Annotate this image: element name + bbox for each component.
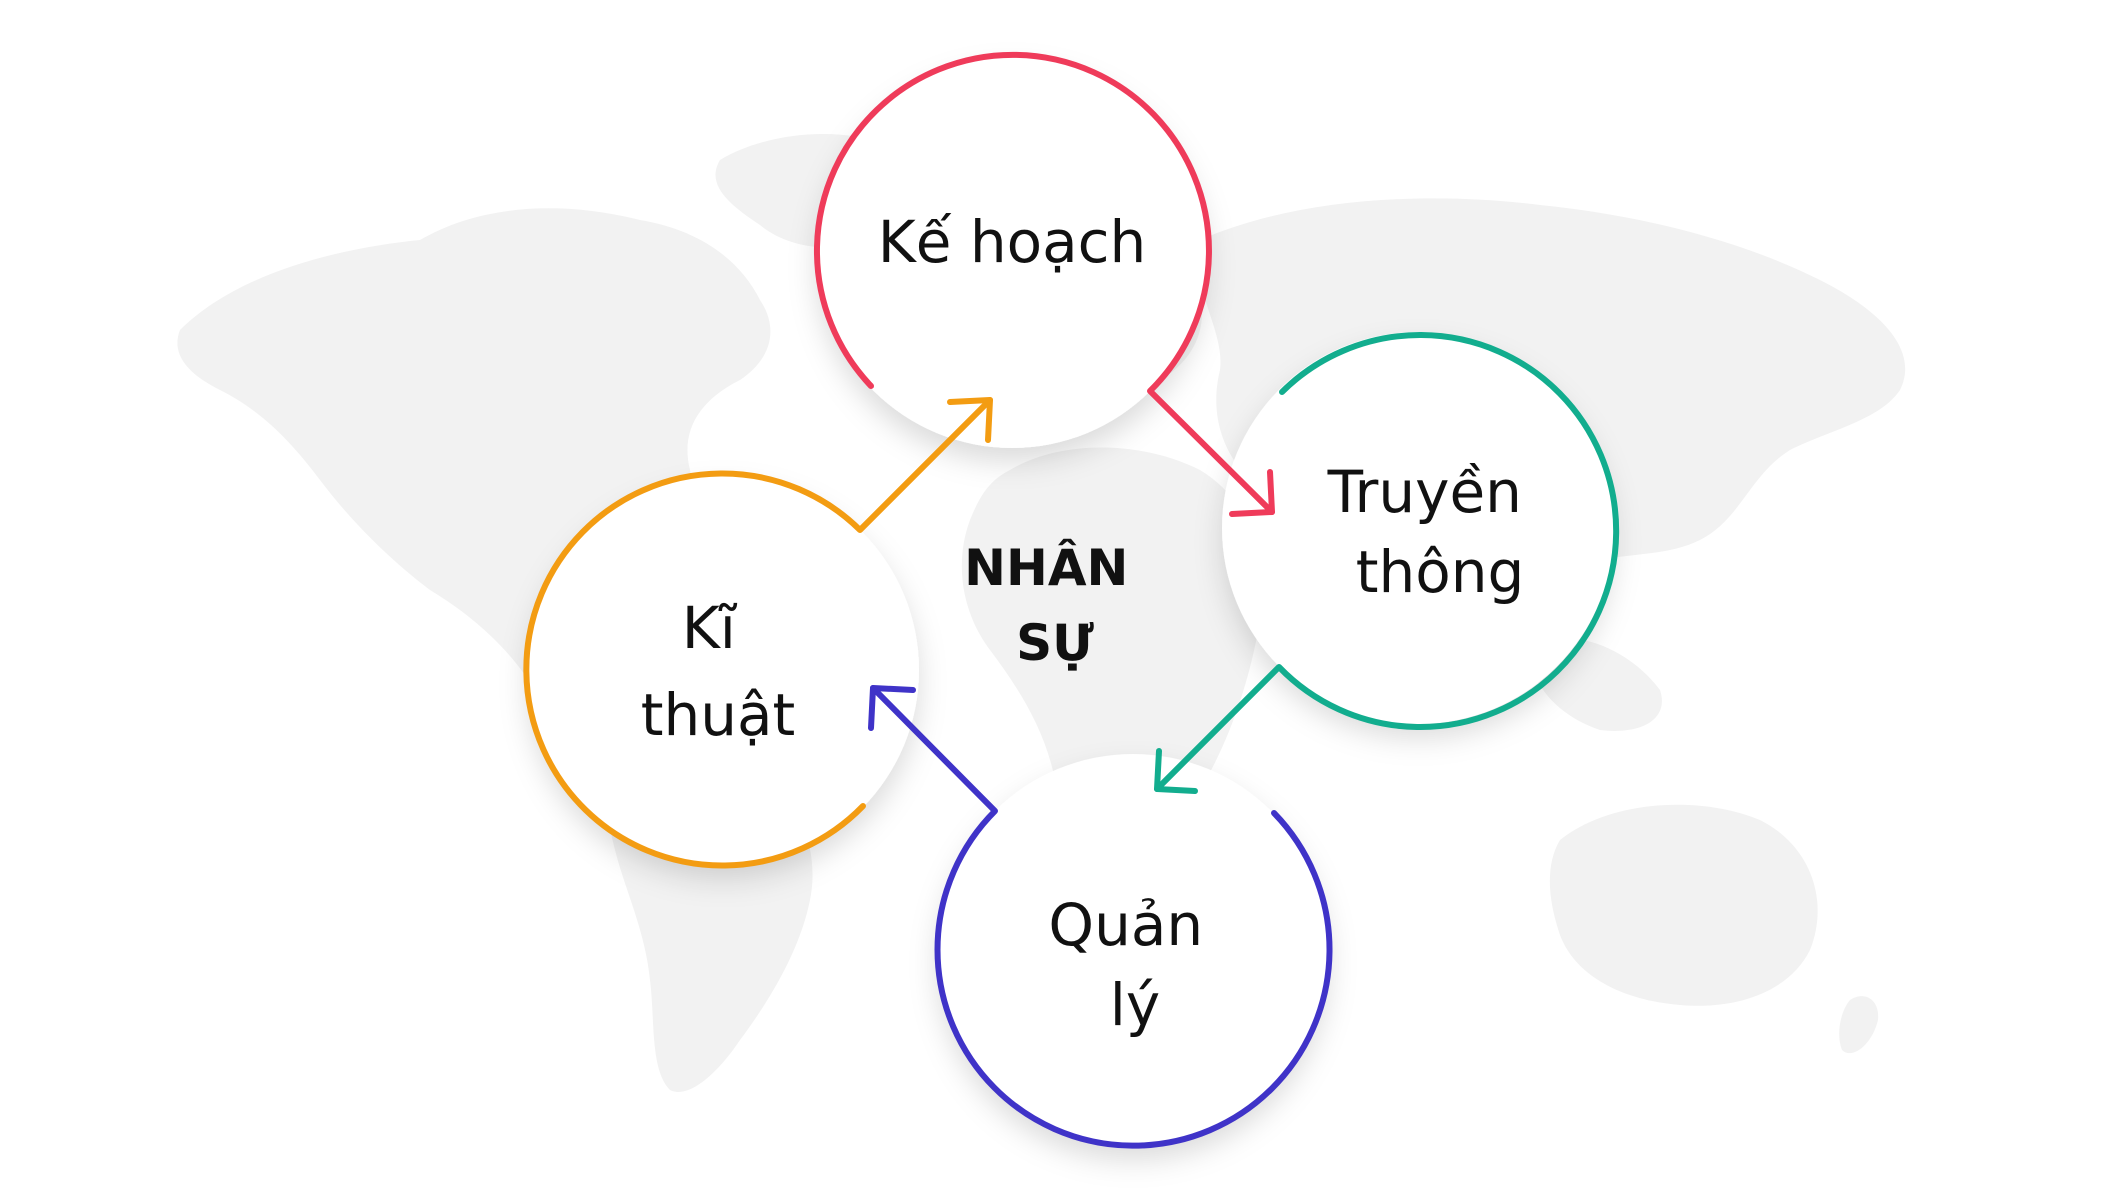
ki-thuat-line2: thuật <box>641 681 796 749</box>
quan-ly-line1: Quản <box>1048 891 1203 959</box>
hr-cycle-diagram: Kế hoạch Truyền thông Quản lý Kĩ thuật N… <box>177 51 1906 1149</box>
map-australia <box>1549 804 1818 1006</box>
quan-ly-line2: lý <box>1110 971 1160 1039</box>
center-title-line2: SỰ <box>1016 614 1094 672</box>
center-title-line1: NHÂN <box>964 538 1128 597</box>
ke-hoach-label: Kế hoạch <box>878 208 1147 276</box>
map-new-zealand <box>1839 996 1879 1054</box>
truyen-thong-line1: Truyền <box>1327 458 1522 526</box>
ki-thuat-line1: Kĩ <box>682 594 738 662</box>
ke-hoach-line1: Kế hoạch <box>878 208 1147 276</box>
truyen-thong-line2: thông <box>1356 538 1525 606</box>
